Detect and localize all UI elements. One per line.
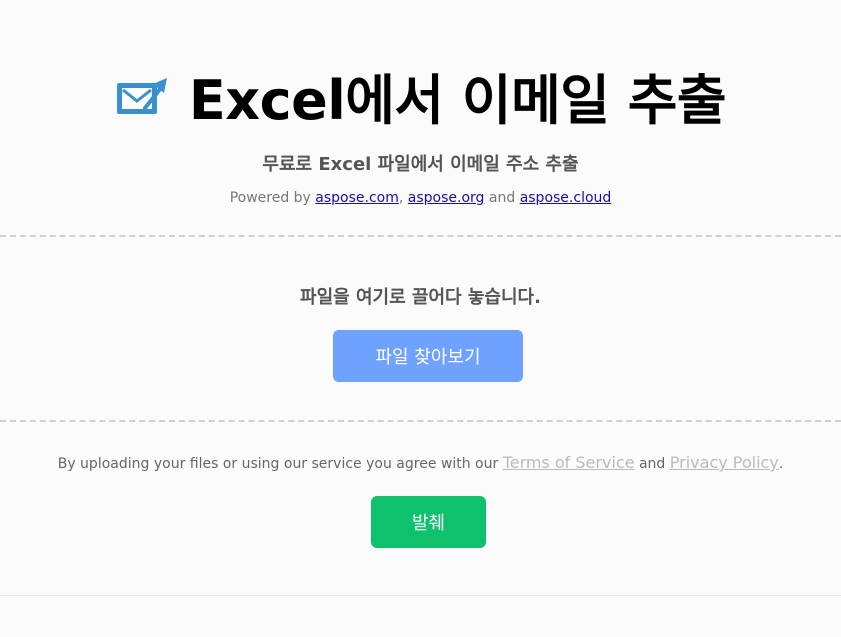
powered-by-comma: , [398, 190, 408, 206]
title-row: Excel에서 이메일 추출 [0, 52, 841, 138]
page-title: Excel에서 이메일 추출 [188, 68, 727, 132]
powered-by-and: and [484, 190, 520, 206]
page-subtitle: 무료로 Excel 파일에서 이메일 주소 추출 [262, 154, 579, 175]
privacy-policy-link[interactable]: Privacy Policy [670, 453, 779, 472]
drop-zone-text[interactable]: 파일을 여기로 끌어다 놓습니다. [0, 283, 841, 309]
terms-notice: By uploading your files or using our ser… [0, 453, 841, 472]
link-aspose-org[interactable]: aspose.org [408, 190, 485, 206]
powered-by: Powered by aspose.com, aspose.org and as… [0, 190, 841, 206]
link-aspose-com[interactable]: aspose.com [315, 190, 399, 206]
terms-prefix: By uploading your files or using our ser… [57, 456, 503, 472]
extract-button[interactable]: 발췌 [371, 496, 486, 548]
terms-and: and [634, 456, 670, 472]
drop-zone-top-divider [0, 235, 841, 237]
mail-upload-icon [116, 78, 167, 114]
powered-by-prefix: Powered by [229, 190, 316, 206]
footer-divider [0, 595, 841, 596]
terms-suffix: . [778, 456, 784, 472]
link-aspose-cloud[interactable]: aspose.cloud [520, 190, 612, 206]
drop-zone-bottom-divider [0, 420, 841, 422]
header: Excel에서 이메일 추출 무료로 Excel 파일에서 이메일 주소 추출 … [0, 0, 841, 236]
terms-of-service-link[interactable]: Terms of Service [503, 453, 635, 472]
browse-files-button[interactable]: 파일 찾아보기 [333, 330, 523, 382]
